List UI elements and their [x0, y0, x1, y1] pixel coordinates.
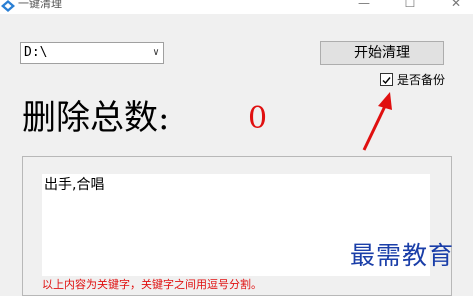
checkmark-icon [382, 77, 391, 85]
backup-label: 是否备份 [397, 73, 446, 87]
minimize-button[interactable]: — [352, 0, 376, 12]
delete-count-label: 删除总数: [22, 98, 170, 138]
checkbox-box[interactable] [380, 73, 393, 86]
drive-select[interactable]: D:\ ∨ [20, 42, 164, 64]
watermark-logo: 最需教育 [350, 241, 455, 270]
title-bar: 一键清理 — ☐ ✕ [0, 0, 473, 14]
red-arrow-annotation [362, 92, 392, 151]
drive-select-value: D:\ [24, 45, 48, 60]
close-button[interactable]: ✕ [444, 0, 468, 12]
chevron-down-icon: ∨ [152, 47, 159, 58]
delete-count-value: 0 [248, 101, 268, 136]
app-icon [1, 0, 15, 12]
window-title: 一键清理 [18, 0, 62, 10]
start-clean-button[interactable]: 开始清理 [320, 41, 444, 65]
keywords-hint: 以上内容为关键字，关键字之间用逗号分割。 [42, 278, 262, 291]
maximize-button[interactable]: ☐ [398, 0, 422, 12]
